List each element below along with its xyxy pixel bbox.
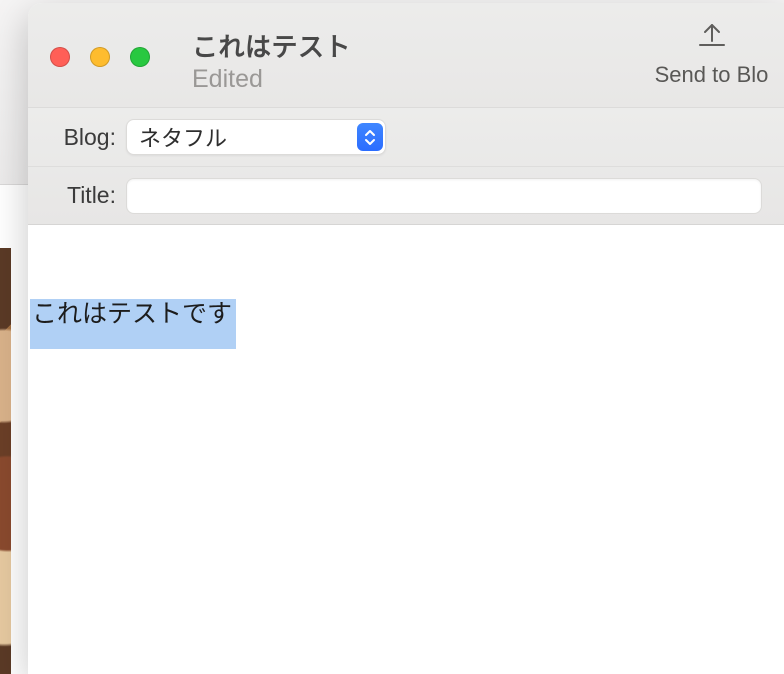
title-input[interactable]	[126, 178, 762, 214]
form-bar: Blog: ネタフル Title:	[28, 108, 784, 225]
window-controls	[50, 47, 150, 67]
zoom-button[interactable]	[130, 47, 150, 67]
minimize-button[interactable]	[90, 47, 110, 67]
editor-area[interactable]: これはテストです	[28, 225, 784, 674]
background-thumbnail	[0, 248, 11, 674]
blog-row: Blog: ネタフル	[28, 108, 784, 166]
title-label: Title:	[50, 182, 116, 209]
window-title: これはテスト	[192, 27, 351, 64]
selected-text[interactable]: これはテストです	[30, 299, 236, 349]
send-to-blog-button[interactable]: Send to Blo	[639, 21, 784, 88]
blog-select[interactable]: ネタフル	[126, 119, 386, 155]
blog-label: Blog:	[50, 124, 116, 151]
upload-icon	[696, 21, 728, 54]
close-button[interactable]	[50, 47, 70, 67]
window-title-block: これはテスト Edited	[192, 27, 351, 94]
editor-window: これはテスト Edited Send to Blo Blog:	[28, 3, 784, 674]
titlebar[interactable]: これはテスト Edited Send to Blo	[28, 3, 784, 108]
title-row: Title:	[28, 166, 784, 224]
window-subtitle: Edited	[192, 65, 351, 94]
blog-select-value: ネタフル	[139, 121, 227, 153]
send-to-blog-label: Send to Blo	[639, 62, 784, 88]
chevron-up-down-icon	[357, 123, 383, 151]
